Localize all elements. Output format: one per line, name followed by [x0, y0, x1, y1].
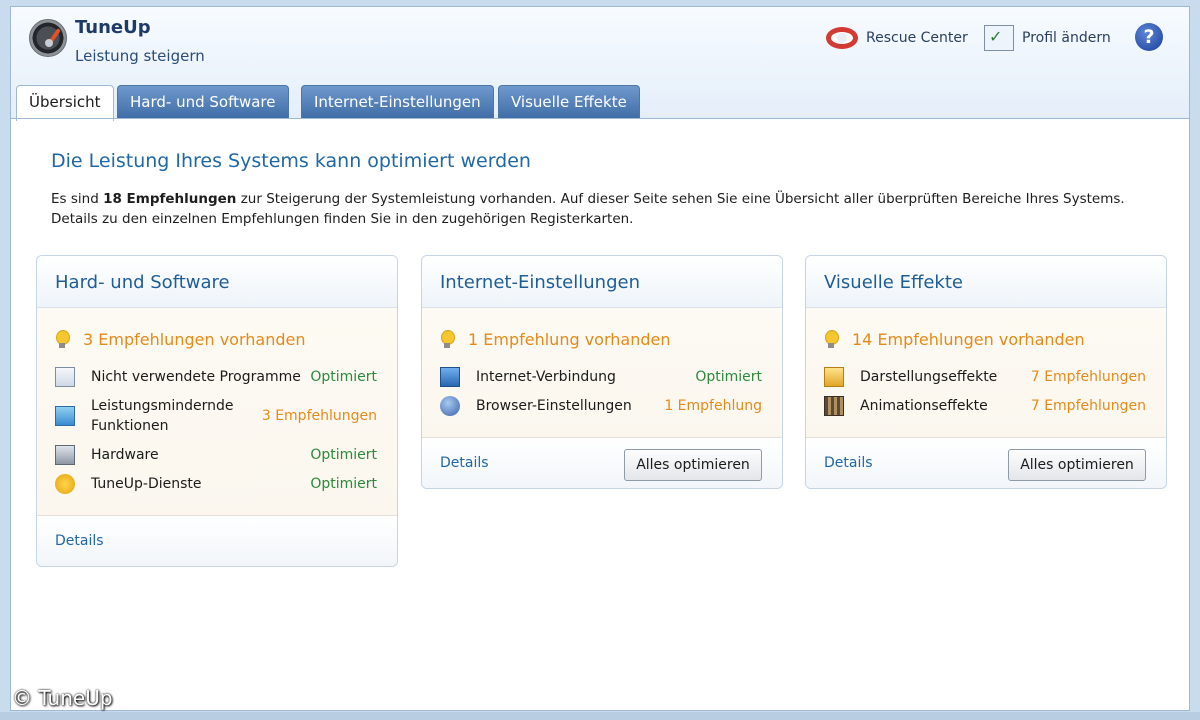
- header-divider: [11, 118, 1189, 119]
- list-item[interactable]: Hardware Optimiert: [55, 445, 377, 465]
- card-visual-effects: Visuelle Effekte 14 Empfehlungen vorhand…: [805, 255, 1167, 489]
- item-label: Nicht verwendete Programme: [91, 369, 301, 385]
- intro-text: Es sind 18 Empfehlungen zur Steigerung d…: [51, 189, 1151, 229]
- card-internet-settings: Internet-Einstellungen 1 Empfehlung vorh…: [421, 255, 783, 489]
- optimize-all-button[interactable]: Alles optimieren: [624, 449, 762, 481]
- display-effects-icon: [824, 367, 844, 387]
- item-status[interactable]: 3 Empfehlungen: [262, 408, 377, 424]
- network-icon: [440, 367, 460, 387]
- tab-overview[interactable]: Übersicht: [16, 85, 114, 121]
- card-hardware-software: Hard- und Software 3 Empfehlungen vorhan…: [36, 255, 398, 567]
- lightbulb-icon: [440, 330, 455, 349]
- list-item[interactable]: Animationseffekte 7 Empfehlungen: [824, 396, 1146, 416]
- recommendation-summary: 3 Empfehlungen vorhanden: [55, 330, 377, 349]
- tab-internet-settings[interactable]: Internet-Einstellungen: [301, 85, 494, 119]
- rescue-center-label: Rescue Center: [866, 30, 968, 46]
- list-item[interactable]: Internet-Verbindung Optimiert: [440, 367, 762, 387]
- item-status: Optimiert: [310, 369, 377, 385]
- recommendation-summary: 1 Empfehlung vorhanden: [440, 330, 762, 349]
- recommendation-text: 14 Empfehlungen vorhanden: [852, 330, 1085, 349]
- intro-prefix: Es sind: [51, 191, 104, 207]
- item-status: Optimiert: [310, 476, 377, 492]
- app-title: TuneUp: [75, 17, 151, 38]
- item-label: Hardware: [91, 447, 159, 463]
- film-strip-icon: [824, 396, 844, 416]
- card-footer: Details: [37, 516, 397, 566]
- services-icon: [55, 474, 75, 494]
- profile-checklist-icon: [984, 25, 1014, 51]
- copyright-watermark: © TuneUp: [12, 686, 113, 710]
- card-title: Hard- und Software: [37, 256, 397, 308]
- lifebuoy-icon: [826, 27, 858, 49]
- tab-hardware-software[interactable]: Hard- und Software: [117, 85, 289, 119]
- recommendation-summary: 14 Empfehlungen vorhanden: [824, 330, 1146, 349]
- card-body: 14 Empfehlungen vorhanden Darstellungsef…: [806, 308, 1166, 438]
- lightbulb-icon: [824, 330, 839, 349]
- recommendation-text: 3 Empfehlungen vorhanden: [83, 330, 306, 349]
- tab-visual-effects[interactable]: Visuelle Effekte: [498, 85, 640, 119]
- card-body: 3 Empfehlungen vorhanden Nicht verwendet…: [37, 308, 397, 516]
- card-footer: Details Alles optimieren: [422, 438, 782, 488]
- list-item[interactable]: Nicht verwendete Programme Optimiert: [55, 367, 377, 387]
- list-item[interactable]: Darstellungseffekte 7 Empfehlungen: [824, 367, 1146, 387]
- details-link[interactable]: Details: [440, 455, 489, 471]
- card-title: Internet-Einstellungen: [422, 256, 782, 308]
- recommendation-text: 1 Empfehlung vorhanden: [468, 330, 671, 349]
- optimize-all-button[interactable]: Alles optimieren: [1008, 449, 1146, 481]
- card-body: 1 Empfehlung vorhanden Internet-Verbindu…: [422, 308, 782, 438]
- list-item[interactable]: Leistungsmindernde Funktionen 3 Empfehlu…: [55, 396, 377, 436]
- item-label: Internet-Verbindung: [476, 369, 616, 385]
- item-label: TuneUp-Dienste: [91, 476, 202, 492]
- page-headline: Die Leistung Ihres Systems kann optimier…: [51, 150, 531, 172]
- window-bottom-edge: [0, 712, 1200, 720]
- list-item[interactable]: TuneUp-Dienste Optimiert: [55, 474, 377, 494]
- item-status[interactable]: 7 Empfehlungen: [1031, 369, 1146, 385]
- lightbulb-icon: [55, 330, 70, 349]
- item-label: Browser-Einstellungen: [476, 398, 632, 414]
- change-profile-link[interactable]: Profil ändern: [984, 25, 1111, 51]
- hardware-icon: [55, 445, 75, 465]
- programs-icon: [55, 367, 75, 387]
- recommendation-count: 18 Empfehlungen: [103, 191, 237, 207]
- help-icon[interactable]: ?: [1135, 23, 1163, 51]
- item-status: Optimiert: [695, 369, 762, 385]
- item-label: Darstellungseffekte: [860, 369, 998, 385]
- rescue-center-link[interactable]: Rescue Center: [826, 25, 968, 51]
- card-title: Visuelle Effekte: [806, 256, 1166, 308]
- item-status[interactable]: 7 Empfehlungen: [1031, 398, 1146, 414]
- details-link[interactable]: Details: [824, 455, 873, 471]
- item-label: Leistungsmindernde Funktionen: [91, 398, 234, 434]
- app-subtitle: Leistung steigern: [75, 47, 205, 65]
- list-item[interactable]: Browser-Einstellungen 1 Empfehlung: [440, 396, 762, 416]
- card-footer: Details Alles optimieren: [806, 438, 1166, 488]
- speedometer-logo-icon: [29, 19, 67, 57]
- item-status[interactable]: 1 Empfehlung: [664, 398, 762, 414]
- app-header: TuneUp Leistung steigern Rescue Center P…: [11, 7, 1189, 121]
- item-label: Animationseffekte: [860, 398, 988, 414]
- browser-icon: [440, 396, 460, 416]
- app-window: TuneUp Leistung steigern Rescue Center P…: [10, 6, 1190, 711]
- functions-icon: [55, 406, 75, 426]
- details-link[interactable]: Details: [55, 533, 104, 549]
- change-profile-label: Profil ändern: [1022, 30, 1111, 46]
- item-status: Optimiert: [310, 447, 377, 463]
